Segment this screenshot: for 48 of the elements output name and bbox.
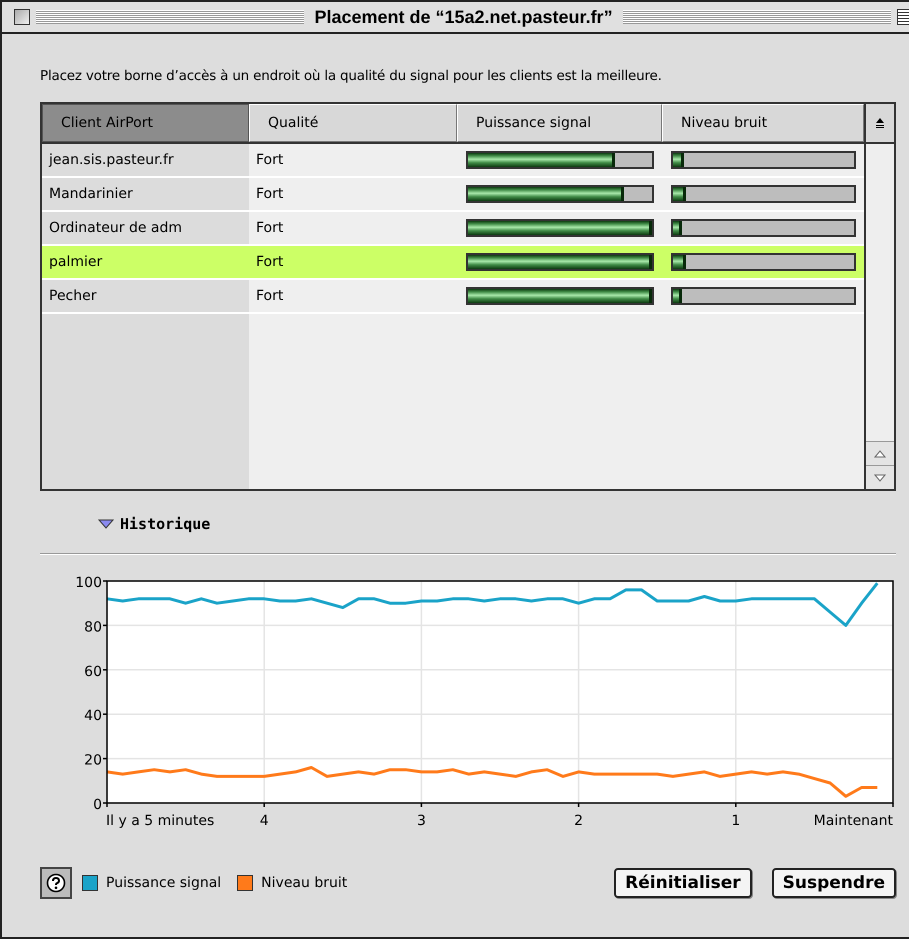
scroll-down-button[interactable] <box>866 465 894 489</box>
x-tick-label: Maintenant <box>814 813 893 829</box>
legend-label: Puissance signal <box>106 875 222 891</box>
y-tick-label: 60 <box>84 664 102 680</box>
up-arrow-icon <box>874 450 886 458</box>
window-title: Placement de “15a2.net.pasteur.fr” <box>313 6 614 28</box>
close-box[interactable] <box>14 9 30 25</box>
x-tick-label: 3 <box>416 813 426 829</box>
client-name: Mandarinier <box>48 186 134 202</box>
disclosure-triangle-icon <box>98 518 114 530</box>
down-arrow-icon <box>874 474 886 482</box>
x-tick-label: 2 <box>574 813 584 829</box>
client-name: Pecher <box>48 288 98 304</box>
quality-cell-text: Fort <box>255 254 284 270</box>
client-name: jean.sis.pasteur.fr <box>48 152 175 168</box>
legend-label: Niveau bruit <box>261 875 348 891</box>
push-button[interactable]: Réinitialiser <box>614 868 752 898</box>
column-header[interactable]: Puissance signal <box>457 104 662 142</box>
table-row[interactable]: Pecher Fort <box>42 280 864 314</box>
x-tick-label: Il y a 5 minutes <box>106 813 214 829</box>
column-header[interactable]: Client AirPort <box>42 104 249 142</box>
x-tick-label: 4 <box>260 813 269 829</box>
push-button[interactable]: Suspendre <box>772 868 896 898</box>
y-tick-label: 80 <box>84 619 102 636</box>
column-picker-button[interactable] <box>866 104 894 144</box>
x-tick-label: 1 <box>731 813 740 829</box>
quality-cell-text: Fort <box>255 220 284 236</box>
table-row[interactable]: Mandarinier Fort <box>42 178 864 212</box>
column-picker-icon <box>874 117 886 129</box>
y-tick-label: 20 <box>84 752 102 769</box>
scroll-up-button[interactable] <box>866 441 894 465</box>
column-header[interactable]: Qualité <box>249 104 457 142</box>
history-disclosure[interactable]: Historique <box>98 515 210 533</box>
collapse-box[interactable] <box>897 9 909 25</box>
quality-cell-text: Fort <box>255 288 284 304</box>
table-row[interactable]: jean.sis.pasteur.fr Fort <box>42 144 864 178</box>
help-button[interactable] <box>40 867 72 899</box>
quality-cell-text: Fort <box>255 152 284 168</box>
client-name: palmier <box>48 254 104 270</box>
instruction-text: Placez votre borne d’accès à un endroit où la qualité du signal pour les clients est la meilleure. <box>40 68 663 84</box>
y-tick-label: 0 <box>93 797 102 813</box>
column-header[interactable]: Niveau bruit <box>662 104 864 142</box>
y-tick-label: 100 <box>75 575 102 591</box>
help-icon <box>46 873 66 893</box>
client-name: Ordinateur de adm <box>48 220 183 236</box>
table-row[interactable]: palmier Fort <box>42 246 864 280</box>
quality-cell-text: Fort <box>255 186 284 202</box>
y-tick-label: 40 <box>84 708 102 724</box>
